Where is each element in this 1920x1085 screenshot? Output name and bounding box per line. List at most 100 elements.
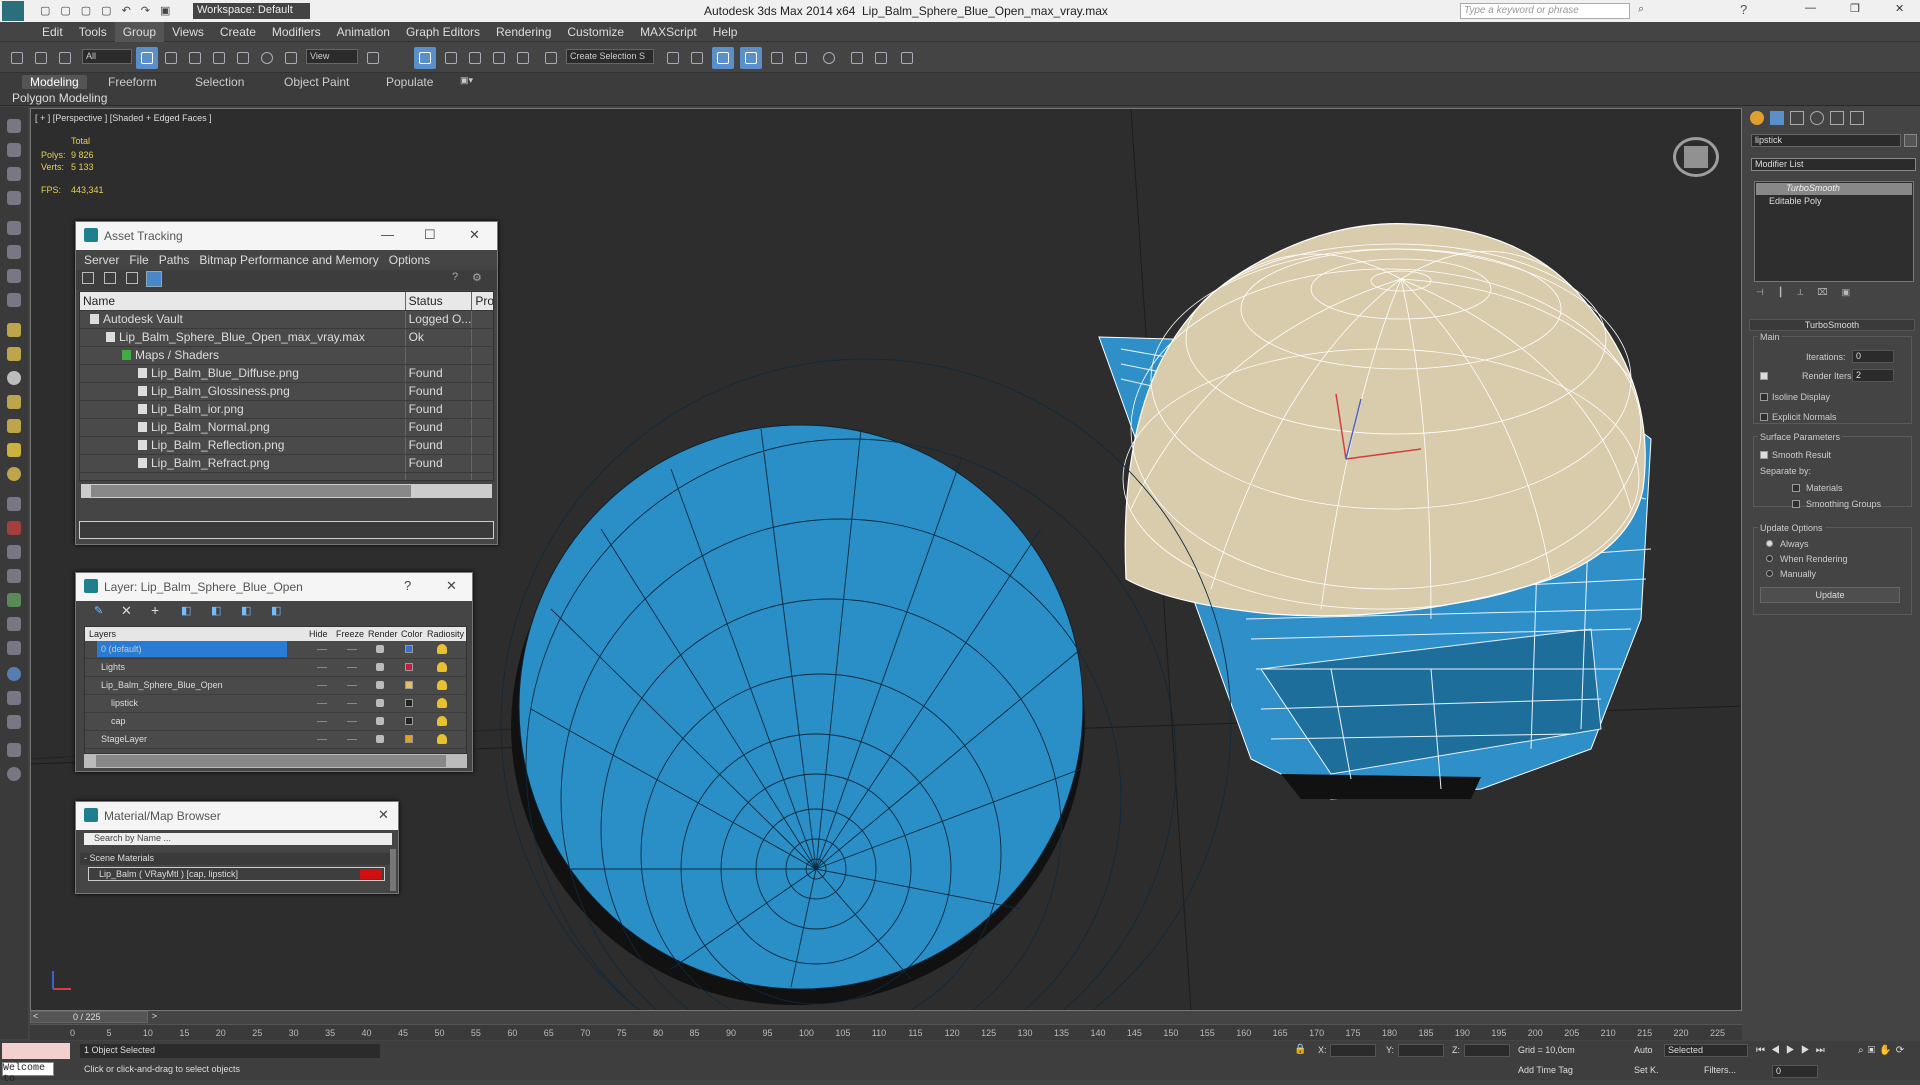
layer-row[interactable]: Lip_Balm_Sphere_Blue_Open — [85, 677, 466, 695]
asset-row[interactable]: Lip_Balm_ior.png Found — [80, 400, 493, 419]
isoline-display-checkbox[interactable] — [1760, 393, 1768, 401]
hide-toggle-icon[interactable] — [317, 739, 327, 740]
col-status[interactable]: Status — [405, 292, 473, 311]
orbit-icon[interactable]: ⟳ — [1896, 1045, 1908, 1056]
menu-bitmap-performance[interactable]: Bitmap Performance and Memory — [194, 250, 383, 270]
next-key-icon[interactable]: ▶ — [1801, 1045, 1816, 1056]
sun-icon[interactable] — [7, 443, 21, 457]
snaps-toggle-icon[interactable] — [440, 47, 462, 69]
render-toggle-icon[interactable] — [376, 699, 384, 707]
menu-tools[interactable]: Tools — [71, 22, 115, 42]
menu-animation[interactable]: Animation — [329, 22, 398, 42]
stack-item-editable-poly[interactable]: Editable Poly — [1755, 196, 1913, 208]
polygon-modeling-label[interactable]: Polygon Modeling — [12, 91, 107, 105]
move-icon[interactable] — [232, 47, 254, 69]
hide-toggle-icon[interactable] — [317, 649, 327, 650]
x-coord-field[interactable] — [1330, 1044, 1376, 1057]
menu-rendering[interactable]: Rendering — [488, 22, 559, 42]
material-scrollbar[interactable] — [390, 849, 396, 891]
when-rendering-radio[interactable] — [1766, 555, 1773, 562]
utilities-tab-icon[interactable] — [1850, 111, 1864, 125]
materials-checkbox[interactable] — [1792, 484, 1800, 492]
search-input[interactable]: Type a keyword or phrase — [1460, 3, 1630, 19]
tool-icon-22[interactable] — [7, 641, 21, 655]
radiosity-icon[interactable] — [437, 734, 447, 744]
freeze-all-icon[interactable]: ◧ — [271, 604, 281, 617]
radiosity-icon[interactable] — [437, 644, 447, 654]
selection-filter-dropdown[interactable]: All — [82, 49, 132, 64]
asset-path-field[interactable] — [79, 521, 494, 539]
cap-model[interactable] — [1122, 223, 1646, 620]
render-setup-icon[interactable] — [846, 47, 868, 69]
col-freeze[interactable]: Freeze — [336, 629, 364, 639]
asset-row[interactable]: Lip_Balm_Glossiness.png Found — [80, 382, 493, 401]
menu-file[interactable]: File — [124, 250, 153, 270]
go-to-start-icon[interactable]: ⏮ — [1756, 1045, 1771, 1056]
tool-icon-17[interactable] — [7, 521, 21, 535]
material-editor-icon[interactable] — [818, 47, 840, 69]
asset-row[interactable]: Lip_Balm_Sphere_Blue_Open_max_vray.max Ok — [80, 328, 493, 347]
help-icon[interactable]: ? — [1740, 2, 1747, 17]
asset-row[interactable]: Lip_Balm_Blue_Diffuse.png Found — [80, 364, 493, 383]
tool-icon-25[interactable] — [7, 715, 21, 729]
layer-color-swatch[interactable] — [405, 699, 413, 707]
close-icon[interactable]: ✕ — [446, 578, 457, 594]
radiosity-icon[interactable] — [437, 716, 447, 726]
asset-row[interactable]: Autodesk Vault Logged O... — [80, 310, 493, 329]
manually-radio[interactable] — [1766, 570, 1773, 577]
col-layers[interactable]: Layers — [89, 629, 116, 639]
freeze-toggle-icon[interactable] — [347, 685, 357, 686]
menu-help[interactable]: Help — [705, 22, 746, 42]
mirror-icon[interactable] — [662, 47, 684, 69]
spinner-snap-icon[interactable] — [512, 47, 534, 69]
table-view-icon[interactable] — [126, 272, 138, 284]
layer-manager-icon[interactable] — [712, 47, 734, 69]
box-icon[interactable] — [7, 323, 21, 337]
layer-row[interactable]: 0 (default) — [85, 641, 466, 659]
angle-snap-icon[interactable] — [464, 47, 486, 69]
hide-all-icon[interactable]: ◧ — [241, 604, 251, 617]
object-name-field[interactable]: lipstick — [1751, 134, 1901, 147]
menu-graph-editors[interactable]: Graph Editors — [398, 22, 488, 42]
link-icon[interactable] — [6, 47, 28, 69]
asset-row[interactable]: Lip_Balm_Reflection.png Found — [80, 436, 493, 455]
maxscript-listener[interactable]: Welcome to — [2, 1062, 54, 1085]
tool-icon-23[interactable] — [7, 667, 21, 681]
filters-button[interactable]: Filters... — [1704, 1065, 1736, 1075]
tool-icon-18[interactable] — [7, 545, 21, 559]
rendered-frame-icon[interactable] — [870, 47, 892, 69]
pan-icon[interactable]: ✋ — [1879, 1045, 1895, 1056]
go-to-end-icon[interactable]: ⏭ — [1816, 1045, 1831, 1056]
tool-icon-3[interactable] — [7, 167, 21, 181]
reference-coord-dropdown[interactable]: View — [306, 49, 358, 64]
select-objects-icon[interactable]: ◧ — [181, 604, 191, 617]
layer-color-swatch[interactable] — [405, 681, 413, 689]
menu-create[interactable]: Create — [212, 22, 264, 42]
percent-snap-icon[interactable] — [488, 47, 510, 69]
next-frame-icon[interactable]: > — [152, 1011, 157, 1021]
col-color[interactable]: Color — [401, 629, 423, 639]
graphite-toggle-icon[interactable] — [740, 47, 762, 69]
layer-row[interactable]: lipstick — [85, 695, 466, 713]
layer-scrollbar[interactable] — [84, 754, 467, 768]
rect-selection-icon[interactable] — [184, 47, 206, 69]
teapot-icon[interactable] — [7, 467, 21, 481]
layer-row[interactable]: Lights — [85, 659, 466, 677]
modifier-list-dropdown[interactable]: Modifier List — [1751, 158, 1916, 171]
col-hide[interactable]: Hide — [309, 629, 328, 639]
close-icon[interactable]: ✕ — [1895, 2, 1904, 15]
col-render[interactable]: Render — [368, 629, 398, 639]
hide-toggle-icon[interactable] — [317, 685, 327, 686]
layer-color-swatch[interactable] — [405, 645, 413, 653]
workspace-dropdown[interactable]: Workspace: Default — [193, 3, 310, 19]
minimize-icon[interactable]: — — [381, 227, 394, 242]
menu-edit[interactable]: Edit — [34, 22, 71, 42]
cylinder-icon[interactable] — [7, 395, 21, 409]
manipulate-icon[interactable] — [414, 47, 436, 69]
render-toggle-icon[interactable] — [376, 681, 384, 689]
freeze-toggle-icon[interactable] — [347, 703, 357, 704]
freeze-toggle-icon[interactable] — [347, 721, 357, 722]
menu-modifiers[interactable]: Modifiers — [264, 22, 329, 42]
prev-frame-icon[interactable]: < — [33, 1011, 38, 1021]
tool-icon-21[interactable] — [7, 617, 21, 631]
